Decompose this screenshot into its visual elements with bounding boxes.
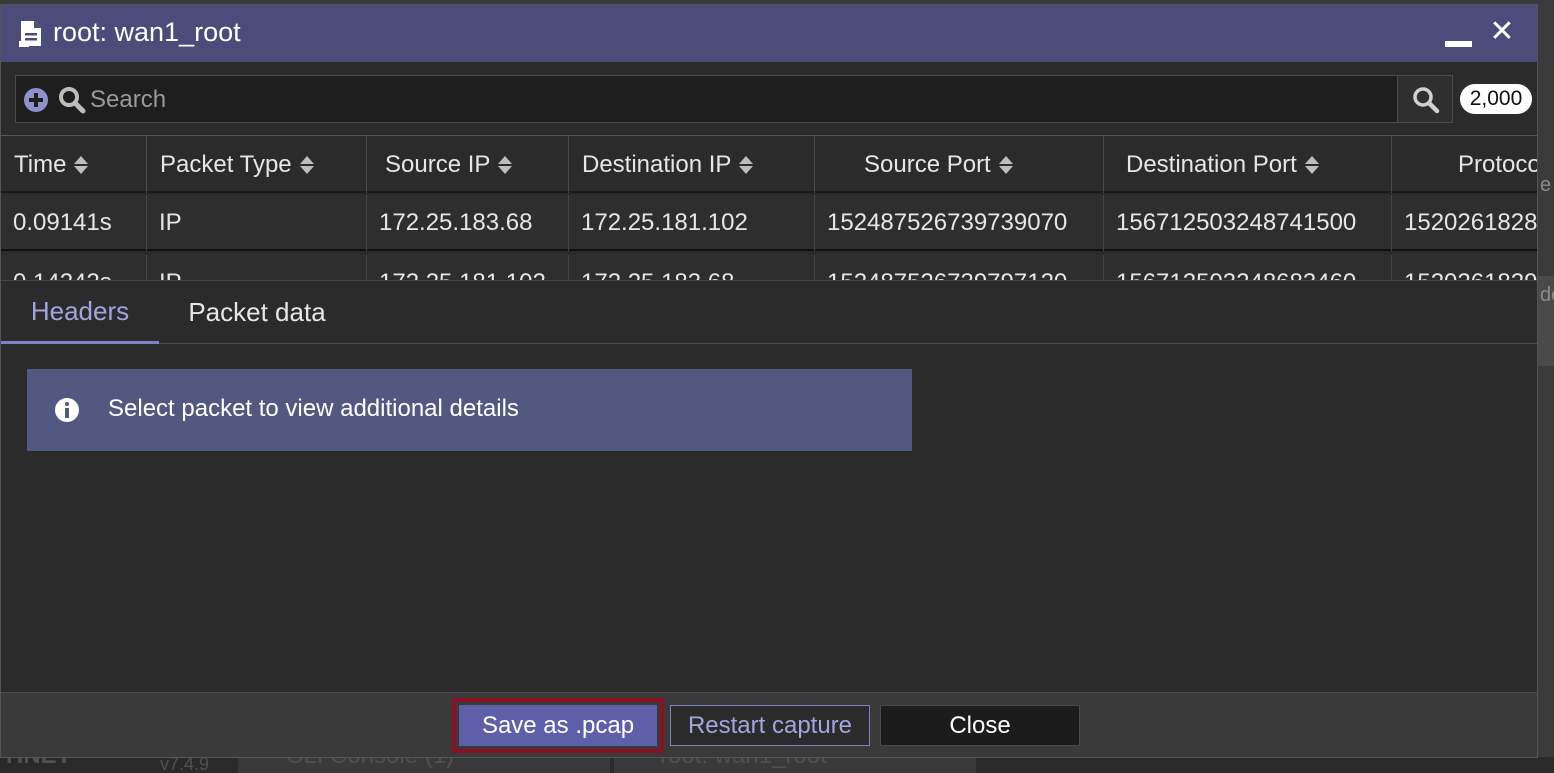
column-header-destination-ip[interactable]: Destination IP bbox=[569, 136, 815, 193]
tab-packet-data[interactable]: Packet data bbox=[159, 281, 355, 344]
sort-icon bbox=[1304, 155, 1319, 175]
save-pcap-button[interactable]: Save as .pcap bbox=[452, 698, 664, 753]
packet-capture-dialog: root: wan1_root ✕ 2,000 Time Packet Type bbox=[0, 4, 1538, 758]
background-right-panel bbox=[1538, 0, 1554, 773]
table-cell: IP bbox=[147, 255, 367, 280]
column-label: Destination IP bbox=[582, 150, 732, 178]
info-message: Select packet to view additional details bbox=[108, 395, 519, 422]
close-icon: ✕ bbox=[1489, 15, 1515, 48]
search-icon bbox=[1413, 87, 1440, 114]
search-bar bbox=[15, 75, 1453, 123]
close-dialog-button[interactable]: ✕ bbox=[1487, 17, 1517, 47]
column-header-packet-type[interactable]: Packet Type bbox=[147, 136, 367, 193]
sort-icon bbox=[299, 155, 314, 175]
column-header-protocol[interactable]: Protocol bbox=[1392, 136, 1537, 193]
sort-icon bbox=[739, 155, 754, 175]
table-cell: 156712503248741500 bbox=[1104, 195, 1392, 251]
restart-capture-button[interactable]: Restart capture bbox=[670, 705, 870, 746]
background-side-text: de bbox=[1540, 284, 1554, 306]
search-input[interactable] bbox=[90, 82, 1390, 118]
dialog-title: root: wan1_root bbox=[53, 17, 241, 47]
table-cell: 1520261828 bbox=[1392, 195, 1537, 251]
table-cell: 156712503248683460 bbox=[1104, 255, 1392, 280]
table-cell: 152487526739797120 bbox=[815, 255, 1104, 280]
column-label: Protocol bbox=[1458, 150, 1537, 178]
table-row[interactable]: 0.09141s IP 172.25.183.68 172.25.181.102… bbox=[1, 195, 1537, 251]
dialog-footer: Save as .pcap Restart capture Close bbox=[1, 692, 1537, 757]
column-header-source-port[interactable]: Source Port bbox=[815, 136, 1104, 193]
table-cell: 0.09141s bbox=[1, 195, 147, 251]
table-header: Time Packet Type Source IP Destination I… bbox=[1, 136, 1537, 193]
table-cell: IP bbox=[147, 195, 367, 251]
sort-icon bbox=[498, 155, 513, 175]
column-label: Time bbox=[14, 150, 67, 178]
info-icon bbox=[55, 398, 79, 422]
column-label: Source Port bbox=[864, 150, 991, 178]
sort-icon bbox=[74, 155, 89, 175]
table-row[interactable]: 0.14242s IP 172.25.181.102 172.25.183.68… bbox=[1, 255, 1537, 280]
table-cell: 152487526739739070 bbox=[815, 195, 1104, 251]
background-side-text: e bbox=[1540, 174, 1552, 196]
sort-icon bbox=[998, 155, 1013, 175]
info-banner: Select packet to view additional details bbox=[27, 369, 912, 451]
search-button[interactable] bbox=[1397, 75, 1453, 123]
detail-tabs: Headers Packet data bbox=[1, 280, 1537, 344]
table-cell: 1520261829 bbox=[1392, 255, 1537, 280]
column-header-destination-port[interactable]: Destination Port bbox=[1104, 136, 1392, 193]
result-count-badge: 2,000 bbox=[1460, 84, 1532, 114]
column-header-time[interactable]: Time bbox=[1, 136, 147, 193]
column-label: Destination Port bbox=[1126, 150, 1297, 178]
document-icon bbox=[19, 21, 41, 47]
table-cell: 0.14242s bbox=[1, 255, 147, 280]
minimize-button[interactable] bbox=[1445, 25, 1473, 49]
table-cell: 172.25.181.102 bbox=[367, 255, 569, 280]
plus-circle-icon[interactable] bbox=[24, 88, 48, 112]
table-cell: 172.25.181.102 bbox=[569, 195, 815, 251]
column-label: Packet Type bbox=[160, 150, 292, 178]
table-cell: 172.25.183.68 bbox=[569, 255, 815, 280]
table-cell: 172.25.183.68 bbox=[367, 195, 569, 251]
close-button[interactable]: Close bbox=[880, 705, 1080, 746]
column-header-source-ip[interactable]: Source IP bbox=[367, 136, 569, 193]
column-label: Source IP bbox=[385, 150, 491, 178]
tab-headers[interactable]: Headers bbox=[1, 281, 159, 344]
dialog-titlebar[interactable]: root: wan1_root ✕ bbox=[1, 5, 1537, 62]
search-icon bbox=[59, 87, 86, 114]
packet-table: Time Packet Type Source IP Destination I… bbox=[1, 135, 1537, 280]
